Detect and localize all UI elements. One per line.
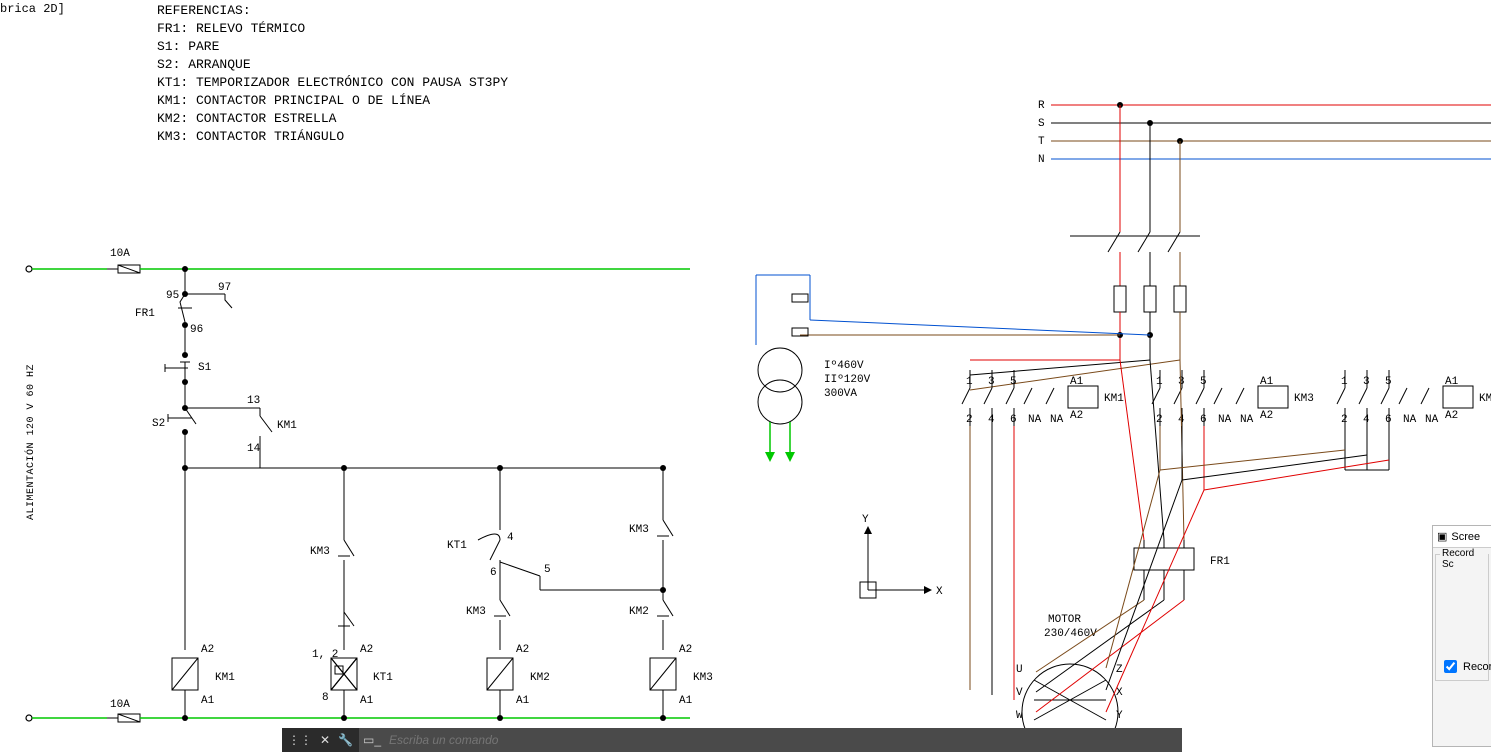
svg-text:95: 95 — [166, 290, 179, 302]
svg-text:A2: A2 — [516, 644, 529, 656]
svg-text:KM2: KM2 — [629, 606, 649, 618]
svg-text:2: 2 — [1156, 414, 1163, 426]
svg-text:A1: A1 — [1445, 376, 1459, 388]
close-icon[interactable]: ✕ — [320, 733, 330, 747]
svg-text:5: 5 — [1010, 376, 1017, 388]
svg-text:6: 6 — [1010, 414, 1017, 426]
svg-text:5: 5 — [1385, 376, 1392, 388]
record-checkbox-label: Recor — [1463, 661, 1491, 673]
svg-text:FR1: FR1 — [135, 308, 155, 320]
svg-text:A1: A1 — [1070, 376, 1084, 388]
svg-text:X: X — [936, 586, 943, 598]
svg-text:A2: A2 — [201, 644, 214, 656]
svg-text:96: 96 — [190, 324, 203, 336]
svg-text:A1: A1 — [1260, 376, 1274, 388]
svg-text:Y: Y — [1116, 710, 1123, 722]
svg-text:KM3: KM3 — [310, 546, 330, 558]
svg-text:KM3: KM3 — [693, 672, 713, 684]
schematic-svg: 10A 10A 95 96 FR1 97 S1 S2 13 KM1 14 — [0, 0, 1491, 752]
svg-text:3: 3 — [1363, 376, 1370, 388]
record-checkbox-row[interactable]: Recor — [1440, 657, 1484, 676]
svg-text:T: T — [1038, 136, 1045, 148]
svg-text:4: 4 — [988, 414, 995, 426]
svg-text:MOTOR: MOTOR — [1048, 614, 1081, 626]
svg-text:KT1: KT1 — [373, 672, 393, 684]
svg-text:10A: 10A — [110, 248, 130, 260]
svg-text:KT1: KT1 — [447, 540, 467, 552]
svg-text:1: 1 — [1341, 376, 1348, 388]
svg-text:NA: NA — [1425, 414, 1439, 426]
svg-text:KM1: KM1 — [215, 672, 235, 684]
svg-text:W: W — [1016, 710, 1023, 722]
panel-group-legend: Record Sc — [1440, 548, 1488, 570]
svg-text:10A: 10A — [110, 699, 130, 711]
prompt-icon: ▭_ — [363, 733, 381, 747]
svg-text:6: 6 — [490, 567, 497, 579]
svg-text:Iº460V: Iº460V — [824, 360, 864, 372]
grid-icon[interactable]: ⋮⋮ — [288, 733, 312, 747]
svg-text:2: 2 — [966, 414, 973, 426]
svg-text:S1: S1 — [198, 362, 212, 374]
svg-text:NA: NA — [1240, 414, 1254, 426]
svg-text:S2: S2 — [152, 418, 165, 430]
svg-text:Z: Z — [1116, 664, 1123, 676]
svg-text:A1: A1 — [360, 695, 374, 707]
svg-text:Y: Y — [862, 514, 869, 526]
svg-text:4: 4 — [1363, 414, 1370, 426]
svg-text:A2: A2 — [679, 644, 692, 656]
svg-text:S: S — [1038, 118, 1045, 130]
command-bar[interactable]: ⋮⋮ ✕ 🔧 ▭_ — [282, 728, 1182, 752]
svg-text:3: 3 — [988, 376, 995, 388]
svg-text:1: 1 — [1156, 376, 1163, 388]
svg-text:14: 14 — [247, 443, 261, 455]
svg-text:KM3: KM3 — [1294, 393, 1314, 405]
svg-text:KM1: KM1 — [1104, 393, 1124, 405]
capture-panel[interactable]: ▣ Scree Record Sc Recor — [1432, 525, 1491, 747]
svg-text:A1: A1 — [516, 695, 530, 707]
svg-text:8: 8 — [322, 692, 329, 704]
svg-text:1, 2: 1, 2 — [312, 649, 338, 661]
svg-text:A2: A2 — [360, 644, 373, 656]
svg-text:13: 13 — [247, 395, 260, 407]
svg-text:KM1: KM1 — [277, 420, 297, 432]
svg-text:5: 5 — [1200, 376, 1207, 388]
svg-text:4: 4 — [507, 532, 514, 544]
svg-text:A2: A2 — [1260, 410, 1273, 422]
svg-text:FR1: FR1 — [1210, 556, 1230, 568]
svg-text:X: X — [1116, 687, 1123, 699]
svg-text:5: 5 — [544, 564, 551, 576]
record-icon: ▣ — [1437, 530, 1447, 543]
record-checkbox[interactable] — [1444, 660, 1457, 673]
svg-text:R: R — [1038, 100, 1045, 112]
svg-text:1: 1 — [966, 376, 973, 388]
svg-text:U: U — [1016, 664, 1023, 676]
svg-text:97: 97 — [218, 282, 231, 294]
svg-text:300VA: 300VA — [824, 388, 857, 400]
svg-text:V: V — [1016, 687, 1023, 699]
svg-text:6: 6 — [1200, 414, 1207, 426]
svg-text:NA: NA — [1050, 414, 1064, 426]
svg-text:IIº120V: IIº120V — [824, 374, 871, 386]
svg-text:NA: NA — [1028, 414, 1042, 426]
svg-text:3: 3 — [1178, 376, 1185, 388]
panel-title: Scree — [1451, 531, 1480, 543]
svg-text:KM3: KM3 — [466, 606, 486, 618]
wrench-icon[interactable]: 🔧 — [338, 733, 353, 747]
svg-text:NA: NA — [1218, 414, 1232, 426]
svg-text:2: 2 — [1341, 414, 1348, 426]
command-input[interactable] — [387, 732, 1182, 748]
svg-text:A2: A2 — [1445, 410, 1458, 422]
svg-text:N: N — [1038, 154, 1045, 166]
svg-text:KM2: KM2 — [530, 672, 550, 684]
svg-text:230/460V: 230/460V — [1044, 628, 1097, 640]
svg-text:A2: A2 — [1070, 410, 1083, 422]
svg-text:KM2: KM2 — [1479, 393, 1491, 405]
svg-text:KM3: KM3 — [629, 524, 649, 536]
svg-text:6: 6 — [1385, 414, 1392, 426]
svg-text:A1: A1 — [679, 695, 693, 707]
svg-text:A1: A1 — [201, 695, 215, 707]
svg-text:NA: NA — [1403, 414, 1417, 426]
